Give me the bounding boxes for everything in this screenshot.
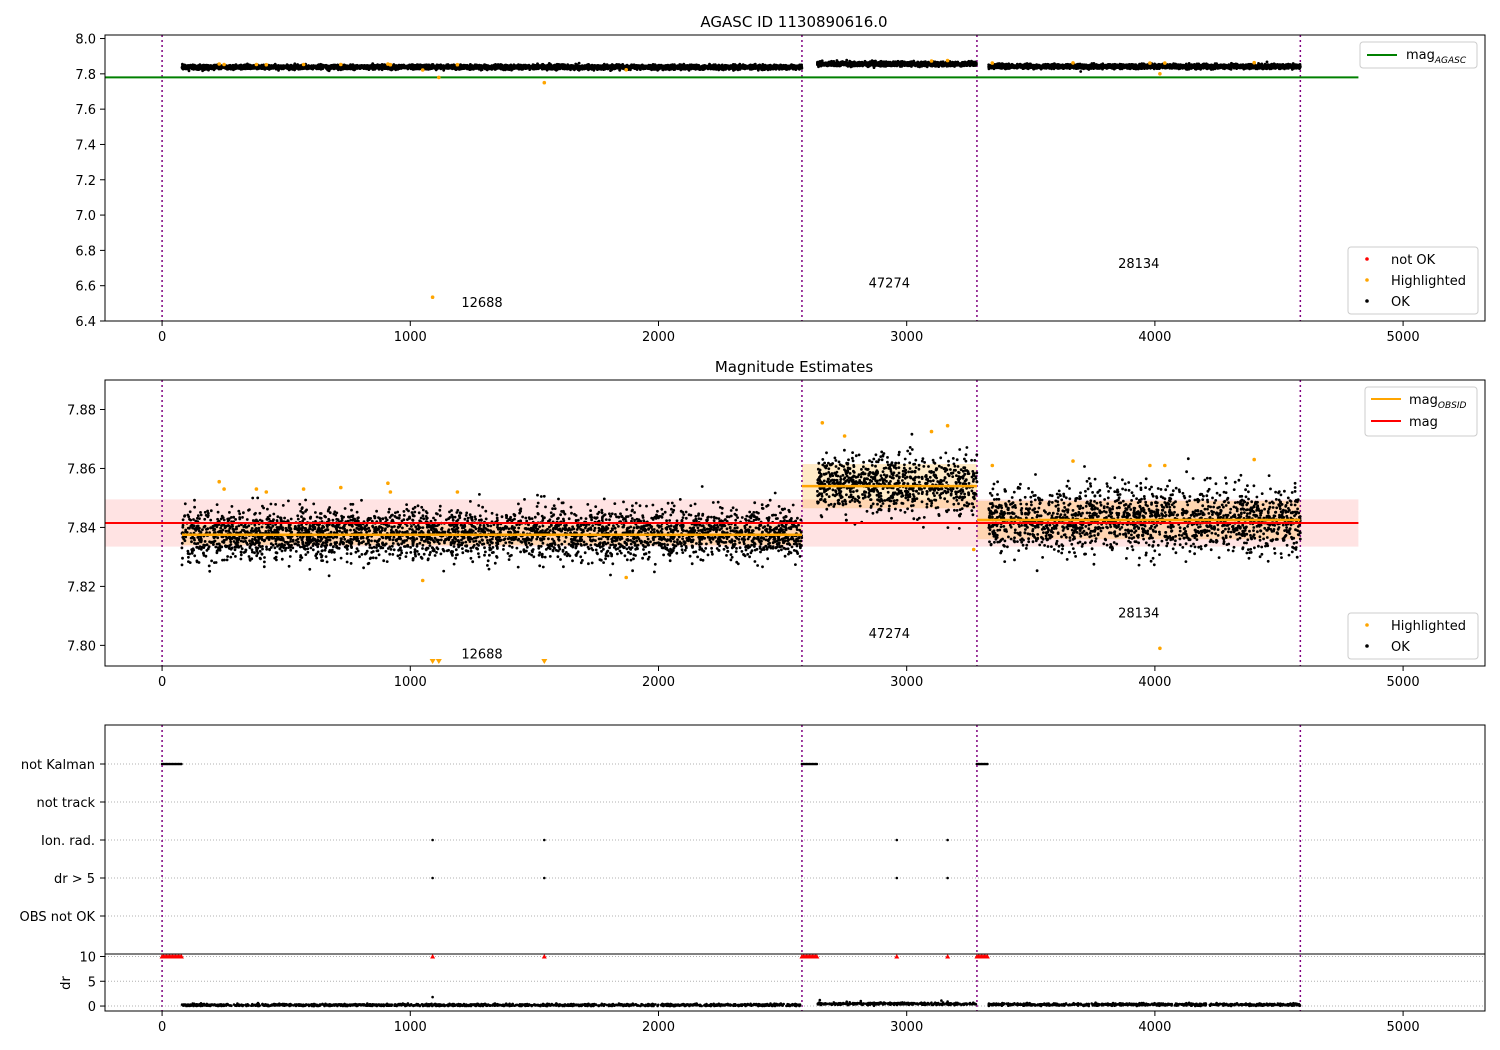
ok-point — [578, 62, 581, 65]
ok-point — [681, 64, 684, 67]
figure: AGASC ID 1130890616.0 126884727428134 01… — [0, 0, 1500, 1050]
agasc-panel: AGASC ID 1130890616.0 126884727428134 01… — [75, 13, 1485, 345]
ok-point — [678, 63, 681, 66]
agasc-plot-area: 126884727428134 — [105, 35, 1358, 321]
ok-point — [371, 62, 374, 65]
ok-point — [274, 63, 277, 66]
ok-point — [687, 67, 690, 70]
ok-point — [702, 65, 705, 68]
ok-point — [214, 64, 217, 67]
ok-point — [554, 64, 557, 67]
agasc-title: AGASC ID 1130890616.0 — [700, 13, 887, 31]
ok-point — [337, 68, 340, 71]
ok-point — [378, 64, 381, 67]
ok-point — [683, 67, 686, 70]
ok-point — [184, 65, 187, 68]
